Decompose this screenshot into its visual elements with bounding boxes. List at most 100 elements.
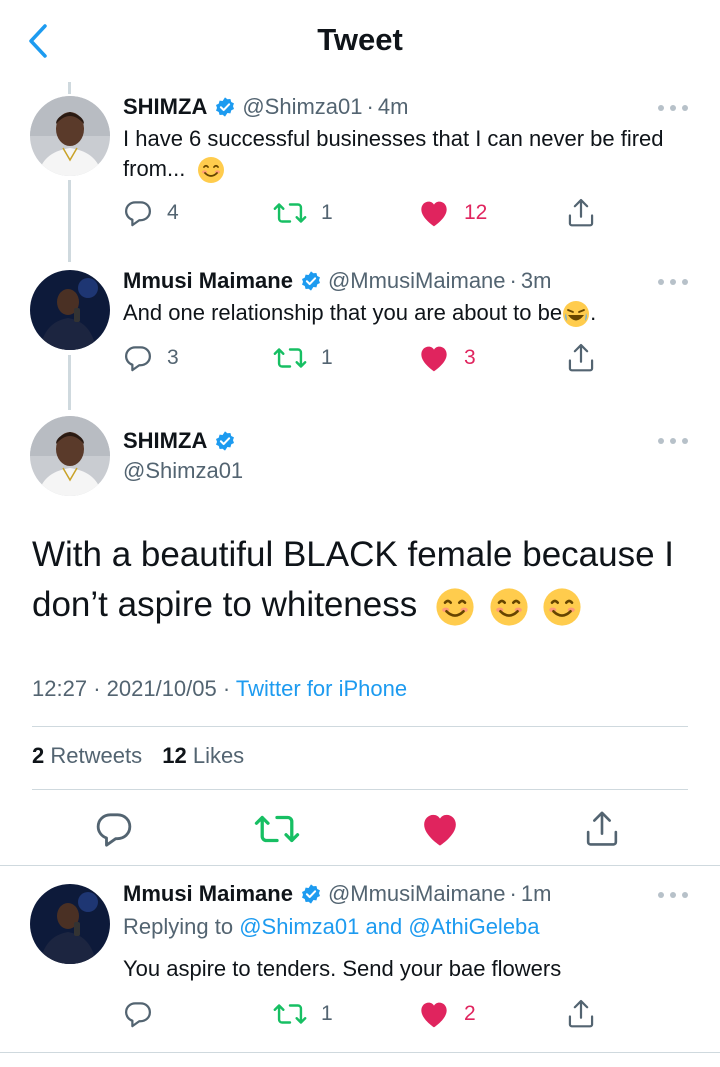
main-tweet-line2: don’t aspire to whiteness bbox=[32, 580, 702, 630]
like-count: 2 bbox=[464, 1002, 476, 1025]
more-icon bbox=[658, 892, 664, 898]
separator-dot: · bbox=[509, 881, 517, 906]
more-options-button[interactable] bbox=[658, 101, 688, 115]
tweet-header: SHIMZA @Shimza01 · 4m bbox=[123, 94, 408, 120]
avatar[interactable] bbox=[30, 884, 110, 964]
replying-and: and bbox=[365, 914, 403, 939]
share-button[interactable] bbox=[566, 195, 596, 231]
tweet-header: Mmusi Maimane @MmusiMaimane · 1m bbox=[123, 881, 551, 907]
avatar[interactable] bbox=[30, 416, 110, 496]
share-icon bbox=[568, 999, 594, 1028]
author-name[interactable]: SHIMZA bbox=[123, 428, 207, 454]
page-title: Tweet bbox=[317, 22, 403, 57]
verified-badge-icon bbox=[214, 430, 236, 452]
retweet-button[interactable]: 1 bbox=[273, 340, 333, 376]
share-button[interactable] bbox=[579, 806, 625, 852]
reply-count: 3 bbox=[167, 346, 179, 369]
divider bbox=[32, 789, 688, 790]
separator-dot: · bbox=[366, 94, 374, 119]
more-icon bbox=[658, 438, 664, 444]
author-name[interactable]: Mmusi Maimane bbox=[123, 881, 293, 907]
smile-emoji-icon bbox=[436, 588, 474, 626]
retweet-count: 1 bbox=[321, 1002, 333, 1025]
tweet-text: You aspire to tenders. Send your bae flo… bbox=[123, 956, 562, 981]
reply-icon bbox=[125, 346, 151, 372]
heart-icon bbox=[421, 1002, 447, 1028]
share-button[interactable] bbox=[566, 996, 596, 1032]
replying-to: Replying to @Shimza01 and @AthiGeleba bbox=[123, 914, 540, 939]
avatar[interactable] bbox=[30, 96, 110, 176]
main-tweet-actions bbox=[0, 806, 720, 852]
more-icon bbox=[658, 105, 664, 111]
retweets-stat[interactable]: 2 Retweets bbox=[32, 743, 142, 768]
reply-button[interactable] bbox=[123, 996, 153, 1032]
share-icon bbox=[568, 198, 594, 227]
share-icon bbox=[586, 811, 618, 846]
divider bbox=[0, 865, 720, 866]
like-button[interactable] bbox=[417, 806, 463, 852]
author-name[interactable]: Mmusi Maimane bbox=[123, 268, 293, 294]
thread-line bbox=[68, 82, 71, 94]
author-handle[interactable]: @Shimza01 bbox=[123, 458, 243, 484]
retweet-icon bbox=[273, 1004, 307, 1024]
more-options-button[interactable] bbox=[658, 888, 688, 902]
heart-icon bbox=[424, 814, 456, 846]
top-bar: Tweet bbox=[0, 0, 720, 80]
like-button[interactable]: 2 bbox=[418, 996, 476, 1032]
tweet-actions: 3 1 3 bbox=[123, 340, 603, 376]
thread-line bbox=[68, 355, 71, 410]
tweet-time: 12:27 bbox=[32, 676, 88, 701]
retweet-button[interactable] bbox=[254, 806, 300, 852]
likes-stat[interactable]: 12 Likes bbox=[162, 743, 244, 768]
share-icon bbox=[568, 343, 594, 372]
share-button[interactable] bbox=[566, 340, 596, 376]
tweet-source-link[interactable]: Twitter for iPhone bbox=[236, 676, 407, 701]
retweet-button[interactable]: 1 bbox=[273, 996, 333, 1032]
reply-button[interactable] bbox=[91, 806, 137, 852]
retweet-icon bbox=[273, 348, 307, 368]
author-handle[interactable]: @MmusiMaimane bbox=[328, 881, 506, 907]
retweet-count: 1 bbox=[321, 346, 333, 369]
author-name[interactable]: SHIMZA bbox=[123, 94, 207, 120]
retweet-icon bbox=[254, 815, 300, 843]
divider bbox=[0, 1052, 720, 1053]
tweet-date: 2021/10/05 bbox=[106, 676, 217, 701]
main-author: SHIMZA bbox=[123, 428, 242, 454]
reply-button[interactable]: 4 bbox=[123, 195, 179, 231]
reply-button[interactable]: 3 bbox=[123, 340, 179, 376]
tweet-stats: 2 Retweets 12 Likes bbox=[32, 743, 244, 769]
separator-dot: · bbox=[509, 268, 517, 293]
mention-link[interactable]: @AthiGeleba bbox=[408, 914, 539, 939]
tweet-actions: 4 1 12 bbox=[123, 195, 603, 231]
retweet-button[interactable]: 1 bbox=[273, 195, 333, 231]
tweet-text: And one relationship that you are about … bbox=[123, 298, 693, 328]
tweet-actions: 1 2 bbox=[123, 996, 603, 1032]
like-button[interactable]: 3 bbox=[418, 340, 476, 376]
verified-badge-icon bbox=[300, 883, 322, 905]
tweet-header: Mmusi Maimane @MmusiMaimane · 3m bbox=[123, 268, 551, 294]
tweet-time: 3m bbox=[520, 268, 552, 293]
more-options-button[interactable] bbox=[658, 434, 688, 448]
smile-emoji-icon bbox=[543, 588, 582, 626]
verified-badge-icon bbox=[300, 270, 322, 292]
like-button[interactable]: 12 bbox=[418, 195, 487, 231]
avatar[interactable] bbox=[30, 270, 110, 350]
reply-count: 4 bbox=[167, 201, 179, 224]
reply-icon bbox=[125, 1002, 151, 1028]
smile-emoji-icon bbox=[198, 157, 225, 184]
verified-badge-icon bbox=[214, 96, 236, 118]
like-count: 3 bbox=[464, 346, 476, 369]
main-tweet-text: With a beautiful BLACK female because I … bbox=[32, 530, 702, 630]
tweet-time: 1m bbox=[520, 881, 552, 906]
mention-link[interactable]: @Shimza01 bbox=[239, 914, 359, 939]
author-handle[interactable]: @Shimza01 bbox=[242, 94, 362, 120]
reply-icon bbox=[125, 201, 151, 227]
tweet-time: 4m bbox=[377, 94, 409, 119]
reply-icon bbox=[96, 813, 132, 847]
heart-icon bbox=[421, 346, 447, 372]
tweet-text: I have 6 successful businesses that I ca… bbox=[123, 124, 693, 184]
thread-line bbox=[68, 180, 71, 262]
more-options-button[interactable] bbox=[658, 275, 688, 289]
author-handle[interactable]: @MmusiMaimane bbox=[328, 268, 506, 294]
heart-icon bbox=[421, 201, 447, 227]
